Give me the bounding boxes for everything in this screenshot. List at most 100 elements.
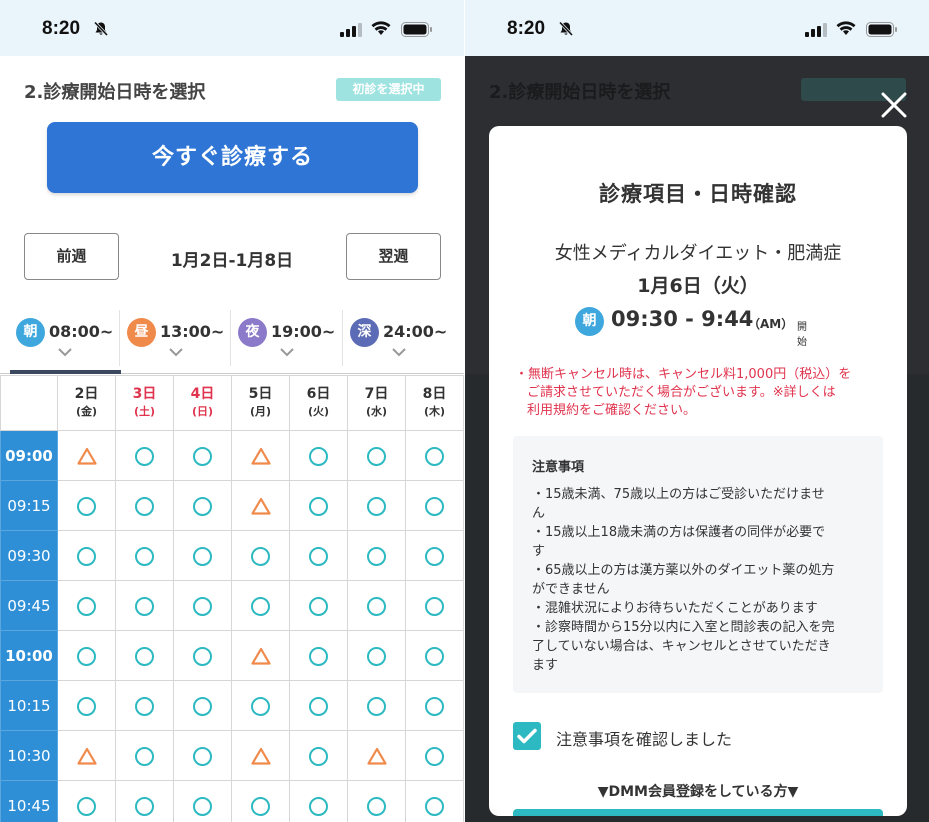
few-left-triangle-icon — [76, 748, 97, 765]
day-header: 3日 (土) — [115, 375, 174, 431]
chevron-down-icon — [280, 348, 294, 357]
time-slot[interactable] — [173, 430, 232, 481]
time-slot[interactable] — [347, 680, 406, 731]
next-week-button[interactable]: 翌週 — [346, 233, 441, 280]
time-slot[interactable] — [231, 630, 290, 681]
time-slot[interactable] — [231, 430, 290, 481]
notes-line: 了していない場合は、キャンセルとさせていただき — [532, 639, 831, 654]
time-slot[interactable] — [347, 480, 406, 531]
notes-line: ・診察時間から15分以内に入室と問診表の記入を完 — [532, 620, 835, 635]
time-slot[interactable] — [57, 480, 116, 531]
available-circle-icon — [193, 646, 212, 666]
available-circle-icon — [309, 696, 328, 716]
login-button-top[interactable] — [513, 809, 883, 816]
time-slot[interactable] — [231, 580, 290, 631]
time-slot[interactable] — [347, 730, 406, 781]
time-slot[interactable] — [231, 480, 290, 531]
time-slot[interactable] — [289, 430, 348, 481]
time-slot[interactable] — [115, 780, 174, 822]
time-slot[interactable] — [405, 780, 464, 822]
time-slot[interactable] — [115, 530, 174, 581]
confirm-notes-checkbox[interactable] — [513, 722, 541, 750]
day-date: 6日 — [306, 386, 331, 402]
appointment-date: 1月6日（火） — [637, 275, 759, 297]
time-slot[interactable] — [405, 580, 464, 631]
time-slot[interactable] — [347, 780, 406, 822]
few-left-triangle-icon — [366, 748, 387, 765]
time-slot[interactable] — [173, 530, 232, 581]
time-slot[interactable] — [405, 480, 464, 531]
time-slot[interactable] — [173, 730, 232, 781]
consult-now-button[interactable]: 今すぐ診療する — [47, 122, 418, 193]
time-slot[interactable] — [57, 630, 116, 681]
time-slot[interactable] — [173, 480, 232, 531]
time-label: 09:15 — [0, 480, 58, 531]
time-row: 10:45 — [0, 780, 464, 822]
time-slot[interactable] — [115, 730, 174, 781]
time-range: 09:30 - 9:44 — [611, 307, 754, 331]
time-slot[interactable] — [57, 730, 116, 781]
time-row: 10:15 — [0, 680, 464, 731]
available-circle-icon — [193, 446, 212, 466]
time-slot[interactable] — [115, 580, 174, 631]
battery-icon — [866, 22, 897, 37]
time-slot[interactable] — [289, 730, 348, 781]
few-left-triangle-icon — [76, 448, 97, 465]
time-label: 10:30 — [0, 730, 58, 781]
time-slot[interactable] — [57, 430, 116, 481]
available-circle-icon — [135, 596, 154, 616]
time-slot[interactable] — [405, 680, 464, 731]
day-date: 7日 — [364, 386, 389, 402]
time-slot[interactable] — [347, 580, 406, 631]
tab-late-night[interactable]: 深 24:00~ — [334, 306, 447, 368]
prev-week-button[interactable]: 前週 — [24, 233, 119, 280]
time-slot[interactable] — [115, 480, 174, 531]
tab-evening[interactable]: 夜 19:00~ — [222, 306, 335, 368]
tab-morning[interactable]: 朝 08:00~ — [0, 306, 113, 368]
time-slot[interactable] — [347, 430, 406, 481]
morning-icon: 朝 — [575, 307, 604, 336]
time-slot[interactable] — [405, 630, 464, 681]
time-slot[interactable] — [289, 680, 348, 731]
dimmed-section-title: 2.診療開始日時を選択 — [489, 82, 671, 103]
time-slot[interactable] — [115, 430, 174, 481]
time-slot[interactable] — [289, 780, 348, 822]
available-circle-icon — [193, 596, 212, 616]
time-slot[interactable] — [57, 780, 116, 822]
time-slot[interactable] — [57, 530, 116, 581]
available-circle-icon — [251, 696, 270, 716]
notes-box: 注意事項 ・15歳未満、75歳以上の方はご受診いただけませ ん ・15歳以上18… — [513, 436, 883, 693]
time-slot[interactable] — [173, 680, 232, 731]
chevron-down-icon — [58, 348, 72, 357]
status-bar: 8:20 — [465, 0, 929, 56]
time-slot[interactable] — [289, 580, 348, 631]
time-slot[interactable] — [173, 580, 232, 631]
time-slot[interactable] — [289, 630, 348, 681]
available-circle-icon — [135, 446, 154, 466]
time-slot[interactable] — [289, 480, 348, 531]
time-slot[interactable] — [231, 730, 290, 781]
start-label: 開始 — [797, 322, 807, 348]
time-slot[interactable] — [405, 730, 464, 781]
time-slot[interactable] — [173, 780, 232, 822]
close-icon[interactable] — [879, 90, 909, 120]
time-slot[interactable] — [173, 630, 232, 681]
tab-noon[interactable]: 昼 13:00~ — [111, 306, 224, 368]
time-slot[interactable] — [347, 630, 406, 681]
available-circle-icon — [135, 646, 154, 666]
time-slot[interactable] — [57, 680, 116, 731]
time-slot[interactable] — [115, 680, 174, 731]
available-circle-icon — [367, 596, 386, 616]
time-slot[interactable] — [231, 530, 290, 581]
time-slot[interactable] — [231, 780, 290, 822]
available-circle-icon — [425, 546, 444, 566]
time-slot[interactable] — [57, 580, 116, 631]
week-range: 1月2日-1月8日 — [170, 251, 294, 271]
time-slot[interactable] — [289, 530, 348, 581]
time-slot[interactable] — [405, 530, 464, 581]
time-slot[interactable] — [115, 630, 174, 681]
warning-line: ご請求させていただく場合がございます。※詳しくは — [527, 385, 836, 400]
time-slot[interactable] — [347, 530, 406, 581]
time-slot[interactable] — [405, 430, 464, 481]
time-slot[interactable] — [231, 680, 290, 731]
